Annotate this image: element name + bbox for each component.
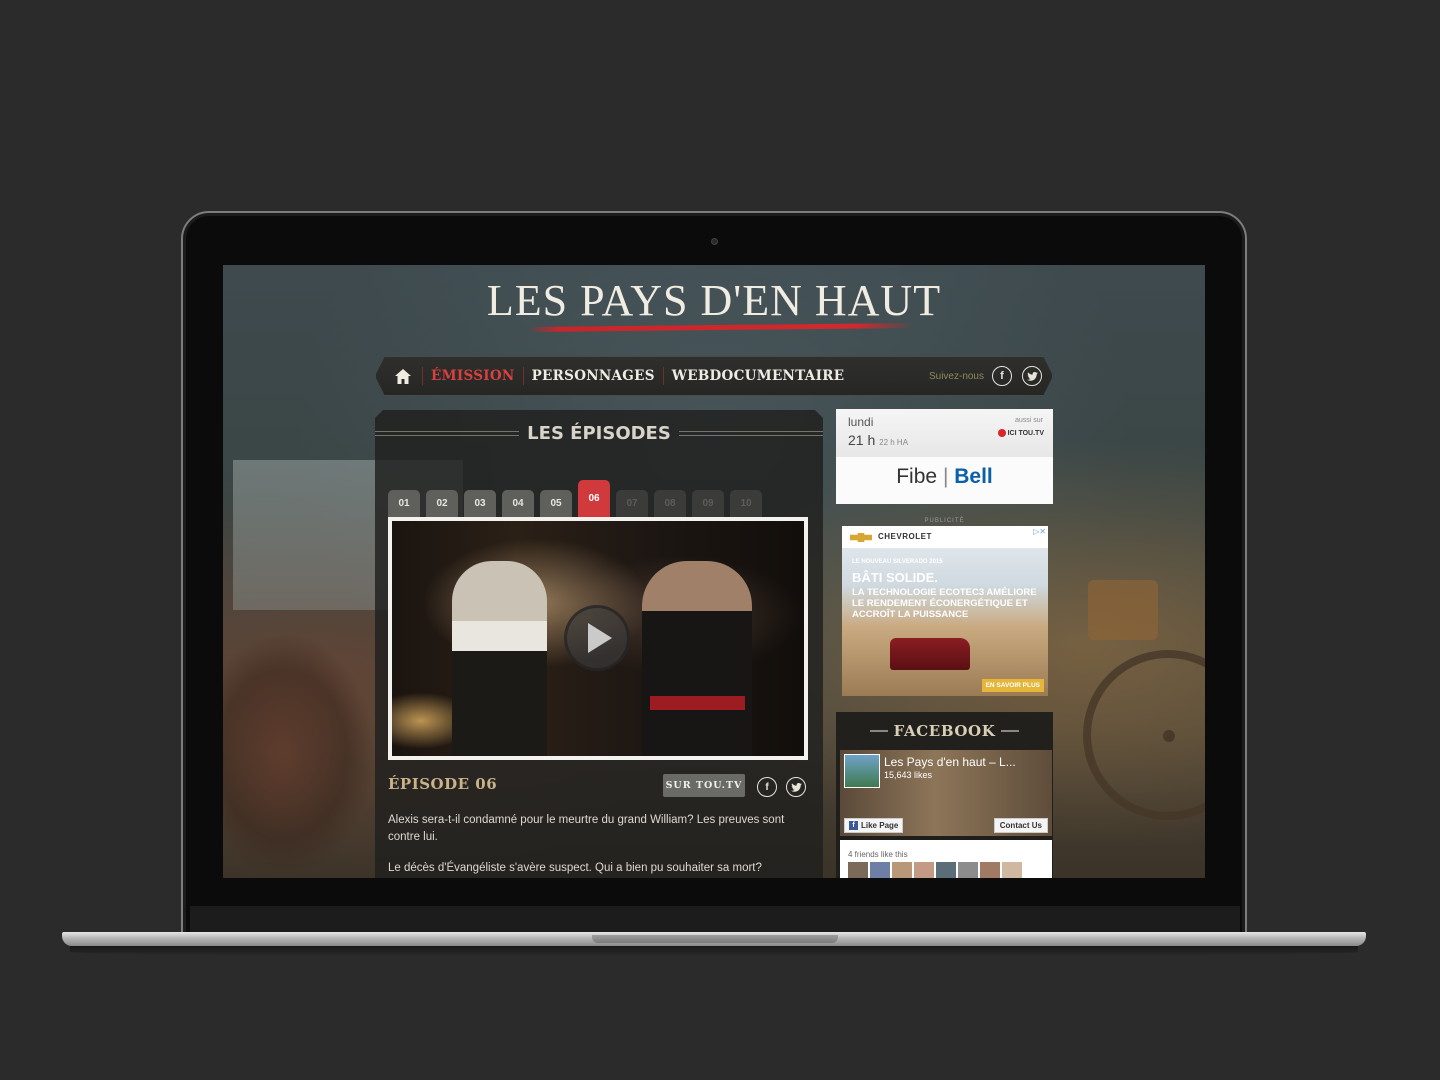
- video-still-figure: [452, 561, 547, 760]
- broadcast-hour: 21 h: [848, 432, 876, 448]
- background-horse: [223, 635, 373, 875]
- schedule-header: lundi 21 h 22 h HA aussi sur ICI TOU.TV: [836, 409, 1053, 457]
- avatar[interactable]: [980, 862, 1000, 878]
- episodes-heading: LES ÉPISODES: [527, 422, 671, 444]
- tou-tv-logo[interactable]: ICI TOU.TV: [997, 429, 1044, 437]
- facebook-page-avatar: [844, 754, 880, 788]
- laptop-shadow: [70, 946, 1358, 956]
- avatar[interactable]: [870, 862, 890, 878]
- episodes-panel: LES ÉPISODES 01 02 03 04 05 06 07 08 09 …: [375, 410, 823, 878]
- ad-brand: CHEVROLET: [878, 532, 932, 541]
- header-rule: [869, 730, 888, 732]
- episode-tab-03[interactable]: 03: [464, 490, 496, 517]
- ad-body: LA TECHNOLOGIE ECOTEC3 AMÉLIORE LE RENDE…: [852, 587, 1037, 620]
- radio-canada-icon: [997, 429, 1006, 437]
- episodes-header: LES ÉPISODES: [375, 421, 823, 445]
- episode-tab-05[interactable]: 05: [540, 490, 572, 517]
- avatar[interactable]: [848, 862, 868, 878]
- truck-image: [890, 638, 970, 670]
- episode-tab-10: 10: [730, 490, 762, 517]
- facebook-contact-button[interactable]: Contact Us: [993, 818, 1048, 833]
- friends-like-text: 4 friends like this: [848, 850, 908, 859]
- chevrolet-ad[interactable]: CHEVROLET ▷✕ LE NOUVEAU SILVERADO 2015 B…: [842, 526, 1048, 696]
- episode-tab-06[interactable]: 06: [578, 480, 610, 517]
- watch-on-tou-tv-button[interactable]: SUR TOU.TV: [663, 774, 745, 797]
- nav-item-personnages[interactable]: PERSONNAGES: [532, 368, 655, 384]
- header-rule: [679, 431, 823, 436]
- facebook-page-name[interactable]: Les Pays d'en haut – L...: [884, 755, 1016, 769]
- camera-dot: [711, 238, 718, 245]
- site-title[interactable]: LES PAYS D'EN HAUT: [223, 275, 1205, 326]
- episode-title: ÉPISODE 06: [388, 775, 498, 793]
- facebook-icon: f: [849, 821, 858, 830]
- header-rule: [375, 431, 519, 436]
- broadcast-time: 21 h 22 h HA: [848, 432, 908, 448]
- ad-choices-close-icon[interactable]: ▷✕: [1033, 527, 1046, 536]
- avatar[interactable]: [936, 862, 956, 878]
- facebook-like-count: 15,643 likes: [884, 770, 933, 780]
- background-wagon-wheel: [1083, 650, 1205, 820]
- video-still-sash: [650, 696, 745, 710]
- twitter-icon[interactable]: [1022, 366, 1042, 386]
- facebook-friends-box: 4 friends like this: [840, 840, 1052, 878]
- video-still-figure: [642, 561, 752, 760]
- ad-model: LE NOUVEAU SILVERADO 2015: [852, 559, 943, 565]
- avatar[interactable]: [1002, 862, 1022, 878]
- episode-tab-01[interactable]: 01: [388, 490, 420, 517]
- nav-separator: [523, 367, 524, 385]
- episode-tab-08: 08: [654, 490, 686, 517]
- main-nav: ÉMISSION PERSONNAGES WEBDOCUMENTAIRE Sui…: [375, 356, 1053, 396]
- also-on-label: aussi sur: [1014, 417, 1043, 424]
- facebook-page-card[interactable]: Les Pays d'en haut – L... 15,643 likes f…: [840, 750, 1052, 836]
- play-icon[interactable]: [564, 605, 630, 671]
- nav-item-emission[interactable]: ÉMISSION: [431, 368, 515, 384]
- laptop-bezel-bottom: [190, 906, 1240, 932]
- episode-tab-02[interactable]: 02: [426, 490, 458, 517]
- broadcast-alt-time: 22 h HA: [879, 438, 909, 447]
- friend-avatars: [848, 862, 1022, 878]
- facebook-heading: FACEBOOK: [893, 722, 996, 740]
- ad-headline: BÂTI SOLIDE.: [852, 570, 938, 585]
- facebook-header: FACEBOOK: [836, 721, 1053, 741]
- avatar[interactable]: [958, 862, 978, 878]
- header-rule: [1001, 730, 1020, 732]
- facebook-like-button[interactable]: f Like Page: [844, 818, 904, 833]
- episode-description: Alexis sera-t-il condamné pour le meurtr…: [388, 814, 785, 843]
- sponsor-fibe-bell[interactable]: Fibe | Bell: [836, 465, 1053, 489]
- episode-description: Le décès d'Évangéliste s'avère suspect. …: [388, 862, 762, 874]
- facebook-icon[interactable]: f: [992, 366, 1012, 386]
- episode-tab-07: 07: [616, 490, 648, 517]
- avatar[interactable]: [914, 862, 934, 878]
- ad-label: PUBLICITÉ: [924, 518, 965, 524]
- background-barrel: [1088, 580, 1158, 640]
- nav-separator: [422, 367, 423, 385]
- ad-logo-bar: [842, 526, 1048, 548]
- facebook-panel: FACEBOOK Les Pays d'en haut – L... 15,64…: [836, 712, 1053, 878]
- follow-label: Suivez-nous: [928, 370, 984, 382]
- avatar[interactable]: [892, 862, 912, 878]
- nav-item-webdocumentaire[interactable]: WEBDOCUMENTAIRE: [672, 368, 845, 384]
- episode-tab-09: 09: [692, 490, 724, 517]
- episode-tab-04[interactable]: 04: [502, 490, 534, 517]
- broadcast-day: lundi: [848, 415, 874, 429]
- website-screen: LES PAYS D'EN HAUT ÉMISSION PERSONNAGES …: [223, 265, 1205, 878]
- episode-video-player[interactable]: [388, 517, 808, 760]
- episode-facebook-icon[interactable]: f: [757, 777, 777, 797]
- laptop-notch: [592, 935, 838, 943]
- ad-cta-button[interactable]: EN SAVOIR PLUS: [981, 679, 1044, 692]
- broadcast-schedule: lundi 21 h 22 h HA aussi sur ICI TOU.TV …: [836, 409, 1053, 504]
- nav-separator: [663, 367, 664, 385]
- episode-twitter-icon[interactable]: [786, 777, 806, 797]
- home-icon[interactable]: [392, 367, 414, 385]
- episode-tabs: 01 02 03 04 05 06 07 08 09 10: [388, 490, 762, 517]
